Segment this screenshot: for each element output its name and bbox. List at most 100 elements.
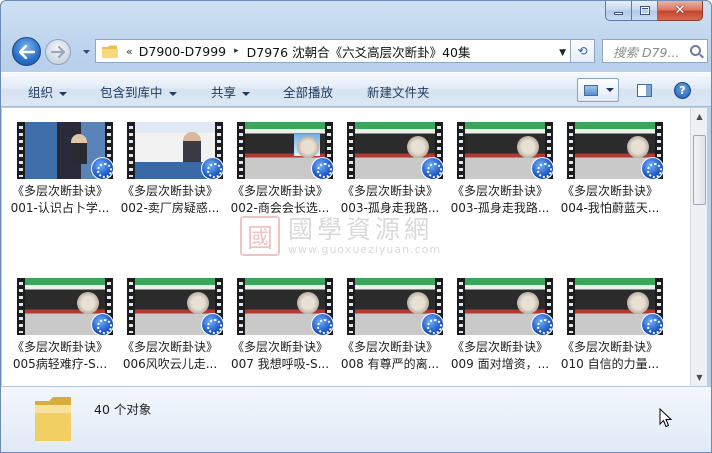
file-item[interactable]: 《多层次断卦诀》 004-我怕蔚蓝天... bbox=[552, 108, 664, 218]
file-item[interactable]: 《多层次断卦诀》 007 我想呼吸-S... bbox=[222, 264, 334, 374]
scrollbar-thumb[interactable] bbox=[693, 135, 706, 205]
file-name-line1: 《多层次断卦诀》 bbox=[231, 184, 328, 198]
command-bar: 组织 包含到库中 共享 全部播放 新建文件夹 ? bbox=[1, 72, 711, 107]
navigation-row: « D7900-D7999 ▸ D7976 沈朝合《六爻高层次断卦》40集 ▼ … bbox=[1, 35, 711, 67]
address-bar[interactable]: « D7900-D7999 ▸ D7976 沈朝合《六爻高层次断卦》40集 ▼ bbox=[95, 39, 571, 63]
help-icon[interactable]: ? bbox=[674, 82, 691, 99]
file-name-line2: 003-孤身走我路... bbox=[450, 201, 550, 215]
media-player-icon bbox=[421, 157, 444, 180]
mouse-cursor-icon bbox=[659, 408, 672, 428]
file-list[interactable]: 國 國學資源網 www.guoxueziyuan.com 《多层次断卦诀》 001… bbox=[2, 108, 690, 386]
organize-menu[interactable]: 组织 bbox=[28, 82, 68, 101]
file-name: 《多层次断卦诀》 010 自信的力量... bbox=[552, 339, 668, 373]
minimize-button[interactable] bbox=[605, 1, 632, 21]
file-name-line1: 《多层次断卦诀》 bbox=[11, 184, 108, 198]
share-menu[interactable]: 共享 bbox=[211, 82, 251, 101]
file-item[interactable]: 《多层次断卦诀》 005病轻难疗-S... bbox=[2, 264, 114, 374]
file-name-line1: 《多层次断卦诀》 bbox=[451, 340, 548, 354]
media-player-icon bbox=[531, 313, 554, 336]
file-name: 《多层次断卦诀》 008 有尊严的离... bbox=[332, 339, 448, 373]
back-button[interactable] bbox=[12, 37, 41, 66]
file-name-line1: 《多层次断卦诀》 bbox=[121, 340, 218, 354]
play-all-button[interactable]: 全部播放 bbox=[283, 82, 333, 101]
media-player-icon bbox=[311, 157, 334, 180]
file-name-line1: 《多层次断卦诀》 bbox=[561, 340, 658, 354]
close-icon: ✕ bbox=[674, 3, 686, 18]
new-folder-button[interactable]: 新建文件夹 bbox=[367, 82, 430, 101]
file-name-line2: 005病轻难疗-S... bbox=[12, 357, 108, 371]
file-name-line2: 006风吹云儿走... bbox=[122, 357, 218, 371]
file-name: 《多层次断卦诀》 003-孤身走我路... bbox=[442, 183, 558, 217]
breadcrumb-current[interactable]: D7976 沈朝合《六爻高层次断卦》40集 bbox=[247, 42, 471, 61]
file-item[interactable]: 《多层次断卦诀》 009 面对增资，... bbox=[442, 264, 554, 374]
file-item[interactable]: 《多层次断卦诀》 006风吹云儿走... bbox=[112, 264, 224, 374]
breadcrumb-overflow[interactable]: « bbox=[126, 45, 133, 58]
file-name-line2: 003-孤身走我路... bbox=[340, 201, 440, 215]
file-name-line1: 《多层次断卦诀》 bbox=[231, 340, 328, 354]
change-view-button[interactable] bbox=[577, 78, 619, 102]
folder-icon bbox=[102, 45, 118, 58]
share-label: 共享 bbox=[211, 85, 237, 100]
file-name-line1: 《多层次断卦诀》 bbox=[451, 184, 548, 198]
file-name-line2: 007 我想呼吸-S... bbox=[230, 357, 330, 371]
file-name: 《多层次断卦诀》 006风吹云儿走... bbox=[112, 339, 228, 373]
watermark-title-text: 國學資源網 bbox=[288, 214, 434, 244]
minimize-icon bbox=[614, 12, 623, 15]
watermark-seal: 國 bbox=[240, 216, 280, 256]
chevron-down-icon[interactable] bbox=[606, 88, 614, 92]
search-placeholder: 搜索 D79... bbox=[613, 44, 680, 60]
file-name: 《多层次断卦诀》 004-我怕蔚蓝天... bbox=[552, 183, 668, 217]
file-name-line2: 004-我怕蔚蓝天... bbox=[560, 201, 660, 215]
recent-pages-dropdown-icon[interactable] bbox=[82, 47, 91, 56]
file-name-line1: 《多层次断卦诀》 bbox=[121, 184, 218, 198]
refresh-button[interactable]: ⟲ bbox=[571, 39, 595, 63]
file-item[interactable]: 《多层次断卦诀》 001-认识占卜学... bbox=[2, 108, 114, 218]
media-player-icon bbox=[641, 157, 664, 180]
file-item[interactable]: 《多层次断卦诀》 002-卖厂房疑惑... bbox=[112, 108, 224, 218]
forward-button[interactable] bbox=[45, 39, 71, 65]
media-player-icon bbox=[641, 313, 664, 336]
file-name-line1: 《多层次断卦诀》 bbox=[341, 340, 438, 354]
file-item[interactable]: 《多层次断卦诀》 008 有尊严的离... bbox=[332, 264, 444, 374]
file-name: 《多层次断卦诀》 009 面对增资，... bbox=[442, 339, 558, 373]
media-player-icon bbox=[91, 157, 114, 180]
object-count: 40 个对象 bbox=[94, 402, 152, 417]
address-dropdown-icon[interactable]: ▼ bbox=[559, 48, 566, 58]
file-name-line2: 008 有尊严的离... bbox=[340, 357, 440, 371]
caption-buttons: ✕ bbox=[605, 1, 703, 22]
search-icon bbox=[690, 45, 701, 56]
scroll-up-icon[interactable]: ▲ bbox=[691, 108, 708, 125]
file-name: 《多层次断卦诀》 002-商会会长选... bbox=[222, 183, 338, 217]
chevron-down-icon bbox=[168, 91, 177, 96]
file-item[interactable]: 《多层次断卦诀》 003-孤身走我路... bbox=[332, 108, 444, 218]
file-name: 《多层次断卦诀》 002-卖厂房疑惑... bbox=[112, 183, 228, 217]
media-player-icon bbox=[311, 313, 334, 336]
preview-pane-icon[interactable] bbox=[637, 84, 652, 97]
file-item[interactable]: 《多层次断卦诀》 003-孤身走我路... bbox=[442, 108, 554, 218]
file-name-line1: 《多层次断卦诀》 bbox=[561, 184, 658, 198]
view-icon bbox=[584, 84, 598, 96]
file-name: 《多层次断卦诀》 003-孤身走我路... bbox=[332, 183, 448, 217]
forward-arrow-icon bbox=[51, 46, 65, 58]
media-player-icon bbox=[91, 313, 114, 336]
file-name-line1: 《多层次断卦诀》 bbox=[341, 184, 438, 198]
organize-label: 组织 bbox=[28, 85, 54, 100]
file-name: 《多层次断卦诀》 007 我想呼吸-S... bbox=[222, 339, 338, 373]
scroll-down-icon[interactable]: ▼ bbox=[691, 369, 708, 386]
watermark-title: 國學資源網 www.guoxueziyuan.com bbox=[288, 214, 441, 256]
file-name: 《多层次断卦诀》 001-认识占卜学... bbox=[2, 183, 118, 217]
search-input[interactable]: 搜索 D79... bbox=[602, 39, 708, 63]
details-pane: 40 个对象 bbox=[1, 386, 711, 452]
file-name-line2: 010 自信的力量... bbox=[560, 357, 660, 371]
close-button[interactable]: ✕ bbox=[658, 1, 703, 21]
file-name-line2: 002-卖厂房疑惑... bbox=[120, 201, 220, 215]
file-item[interactable]: 《多层次断卦诀》 010 自信的力量... bbox=[552, 264, 664, 374]
file-name-line2: 009 面对增资，... bbox=[450, 357, 550, 371]
include-in-library-menu[interactable]: 包含到库中 bbox=[100, 82, 177, 101]
maximize-button[interactable] bbox=[632, 1, 658, 21]
explorer-window: ✕ « D7900-D7999 ▸ D7976 沈朝合《六爻高层次断卦》40集 … bbox=[0, 0, 712, 453]
vertical-scrollbar[interactable]: ▲ ▼ bbox=[690, 108, 707, 386]
file-item[interactable]: 《多层次断卦诀》 002-商会会长选... bbox=[222, 108, 334, 218]
breadcrumb-separator-icon[interactable]: ▸ bbox=[234, 46, 239, 56]
breadcrumb-parent[interactable]: D7900-D7999 bbox=[139, 44, 226, 59]
